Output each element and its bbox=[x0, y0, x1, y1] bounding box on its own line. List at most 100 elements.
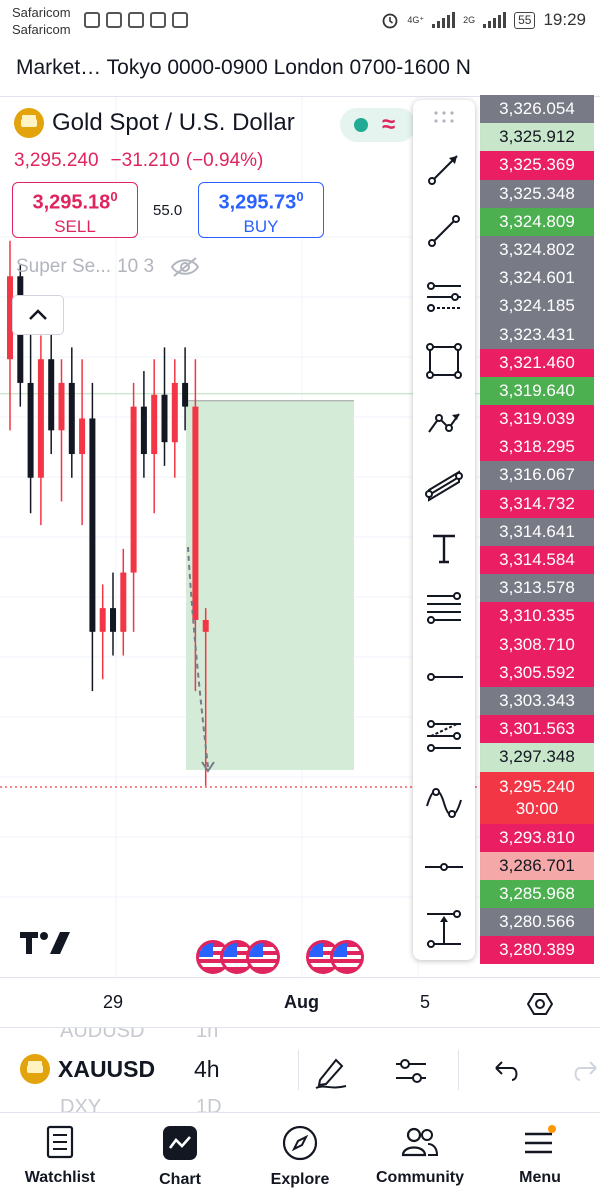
price-tag: 3,286.701 bbox=[480, 851, 594, 880]
buy-price-fraction: 0 bbox=[296, 189, 304, 204]
candle-body bbox=[58, 382, 65, 431]
price-tag: 3,314.641 bbox=[480, 517, 594, 546]
ghost-symbol-below: DXY bbox=[60, 1096, 102, 1113]
price-tag-value: 3,324.185 bbox=[499, 296, 575, 316]
nav-chart[interactable]: Chart bbox=[120, 1113, 240, 1200]
candle-body bbox=[79, 418, 86, 455]
nav-label: Menu bbox=[519, 1169, 561, 1186]
nav-community[interactable]: Community bbox=[360, 1113, 480, 1200]
economic-events[interactable] bbox=[196, 940, 254, 974]
horizontal-ray-icon[interactable] bbox=[423, 656, 465, 698]
nav-watchlist[interactable]: Watchlist bbox=[0, 1113, 120, 1200]
undo-icon[interactable] bbox=[486, 1052, 524, 1090]
indicators-settings-icon[interactable] bbox=[392, 1052, 430, 1090]
price-tag: 3,326.054 bbox=[480, 95, 594, 124]
candle-body bbox=[130, 406, 137, 573]
price-tag-value: 3,301.563 bbox=[499, 719, 575, 739]
eye-off-icon[interactable] bbox=[170, 256, 200, 278]
price-tag: 3,316.067 bbox=[480, 461, 594, 490]
pencil-draw-icon[interactable] bbox=[312, 1052, 350, 1090]
approx-data-icon: ≈ bbox=[382, 111, 396, 138]
price-tag-value: 3,280.389 bbox=[499, 940, 575, 960]
menu-icon bbox=[525, 1125, 556, 1154]
symbol-title[interactable]: Gold Spot / U.S. Dollar bbox=[52, 109, 295, 137]
price-tag: 3,314.732 bbox=[480, 489, 594, 518]
tradingview-logo-icon bbox=[20, 930, 72, 963]
price-tag: 3,325.369 bbox=[480, 151, 594, 180]
fib-retracement-icon[interactable] bbox=[423, 590, 465, 632]
nav-label: Watchlist bbox=[24, 1169, 96, 1186]
ticker[interactable]: XAUUSD bbox=[58, 1056, 155, 1083]
watchlist-icon bbox=[46, 1125, 74, 1159]
divider bbox=[458, 1050, 459, 1090]
arrow-tool-icon[interactable] bbox=[423, 148, 465, 190]
price-tag-value: 3,325.912 bbox=[499, 127, 575, 147]
parallel-channel-icon[interactable] bbox=[423, 464, 465, 506]
text-tool-icon[interactable] bbox=[423, 528, 465, 570]
indicator-name[interactable]: Super Se... bbox=[16, 256, 111, 278]
nav-explore[interactable]: Explore bbox=[240, 1113, 360, 1200]
candle-body bbox=[161, 394, 168, 443]
candle-body bbox=[99, 608, 106, 632]
buy-button[interactable]: 3,295.730 BUY bbox=[198, 182, 324, 238]
price-tag-value: 3,313.578 bbox=[499, 578, 575, 598]
indicator-legend[interactable]: Super Se... 10 3 bbox=[16, 256, 200, 278]
sell-button[interactable]: 3,295.180 SELL bbox=[12, 182, 138, 238]
gann-fan-icon[interactable] bbox=[423, 716, 465, 758]
take-profit-zone bbox=[186, 400, 354, 770]
price-scale[interactable]: 3,326.054 3,325.912 3,325.369 3,325.348 3,32… bbox=[480, 95, 594, 965]
price-tag-value: 3,295.240 bbox=[499, 776, 575, 796]
rectangle-tool-icon[interactable] bbox=[423, 340, 465, 382]
notification-icons bbox=[84, 12, 188, 28]
nav-menu[interactable]: Menu bbox=[480, 1113, 600, 1200]
time-axis[interactable]: 29 Aug 5 bbox=[0, 977, 600, 1027]
price-tag-value: 3,319.640 bbox=[499, 380, 575, 400]
collapse-legend-button[interactable] bbox=[12, 295, 64, 335]
candle-body bbox=[151, 394, 158, 455]
trend-line-icon[interactable] bbox=[423, 210, 465, 252]
status-badges[interactable]: ≈ bbox=[340, 108, 416, 142]
sessions-indicator-text[interactable]: Market… Tokyo 0000-0900 London 0700-1600… bbox=[16, 56, 476, 80]
last-price: 3,295.240 bbox=[14, 150, 99, 171]
chart-icon bbox=[163, 1126, 197, 1160]
nav-label: Explore bbox=[270, 1171, 330, 1188]
signal-icon-2 bbox=[483, 12, 507, 28]
price-range-icon[interactable] bbox=[423, 908, 465, 950]
network-type-1: 4G⁺ bbox=[407, 14, 425, 25]
pitchfork-icon[interactable] bbox=[423, 276, 465, 318]
price-tag-value: 3,305.592 bbox=[499, 662, 575, 682]
us-flag-icon[interactable] bbox=[246, 940, 280, 974]
price-tag-value: 3,324.809 bbox=[499, 211, 575, 231]
price-tag: 3,305.592 bbox=[480, 658, 594, 687]
sine-line-icon[interactable] bbox=[423, 782, 465, 824]
sell-price: 3,295.18 bbox=[32, 191, 111, 214]
symbol-selector[interactable]: XAUUSD bbox=[20, 1054, 155, 1084]
quote-line: 3,295.240 −31.210 (−0.94%) bbox=[14, 150, 263, 172]
price-tag-value: 3,285.968 bbox=[499, 883, 575, 903]
chart-settings-icon[interactable] bbox=[527, 991, 553, 1017]
carrier-1: Safaricom bbox=[12, 5, 71, 20]
redo-icon[interactable] bbox=[568, 1052, 600, 1090]
horizontal-line-icon[interactable] bbox=[423, 846, 465, 888]
symbol-toolbar: AUDUSD 1h XAUUSD 4h DXY 1D bbox=[0, 1027, 600, 1113]
economic-events[interactable] bbox=[306, 940, 364, 974]
price-tag: 3,323.431 bbox=[480, 320, 594, 349]
path-tool-icon[interactable] bbox=[423, 402, 465, 444]
network-type-2: 2G bbox=[463, 14, 476, 25]
price-tag: 3,303.343 bbox=[480, 686, 594, 716]
price-tag: 3,313.578 bbox=[480, 574, 594, 603]
carrier-2: Safaricom bbox=[12, 22, 71, 37]
price-tag-value: 3,314.641 bbox=[499, 521, 575, 541]
ghost-interval-above: 1h bbox=[196, 1027, 219, 1042]
time-tick: 29 bbox=[103, 992, 124, 1012]
candle-body bbox=[120, 572, 127, 632]
symbol-header[interactable]: Gold Spot / U.S. Dollar bbox=[14, 108, 295, 138]
interval-selector[interactable]: 4h bbox=[194, 1056, 220, 1083]
community-icon bbox=[401, 1127, 439, 1157]
price-tag-value: 3,310.335 bbox=[499, 606, 575, 626]
price-tag: 3,285.968 bbox=[480, 879, 594, 909]
candle-body bbox=[68, 382, 75, 455]
us-flag-icon[interactable] bbox=[330, 940, 364, 974]
drag-handle-icon[interactable] bbox=[433, 110, 455, 124]
economic-events[interactable] bbox=[246, 940, 280, 974]
